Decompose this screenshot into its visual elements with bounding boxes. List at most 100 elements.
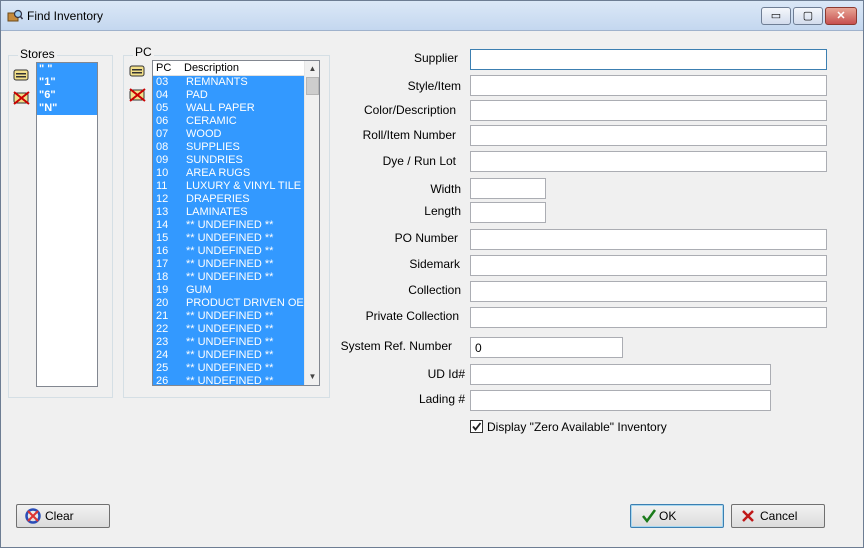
- system-ref-number-label: System Ref. Number: [340, 339, 452, 353]
- pc-row[interactable]: 13 LAMINATES: [153, 206, 304, 219]
- close-button[interactable]: ✕: [825, 7, 857, 25]
- pc-code: 22: [156, 323, 169, 335]
- dye-run-lot-field[interactable]: [470, 151, 827, 172]
- pc-column-header[interactable]: PC: [153, 61, 184, 75]
- length-field[interactable]: [470, 202, 546, 223]
- pc-scrollbar[interactable]: ▲ ▼: [304, 61, 319, 385]
- pc-code: 19: [156, 284, 169, 296]
- style-item-label: Style/Item: [407, 79, 461, 93]
- sidemark-field[interactable]: [470, 255, 827, 276]
- deselect-icon[interactable]: [129, 87, 147, 103]
- pc-description: CERAMIC: [186, 115, 237, 127]
- pc-row[interactable]: 23 ** UNDEFINED **: [153, 336, 304, 349]
- pc-group-label: PC: [133, 45, 154, 59]
- private-collection-field[interactable]: [470, 307, 827, 328]
- pc-row[interactable]: 09 SUNDRIES: [153, 154, 304, 167]
- pc-row[interactable]: 15 ** UNDEFINED **: [153, 232, 304, 245]
- pc-row[interactable]: 18 ** UNDEFINED **: [153, 271, 304, 284]
- pc-row[interactable]: 21 ** UNDEFINED **: [153, 310, 304, 323]
- scroll-down-icon[interactable]: ▼: [305, 369, 319, 384]
- collection-field[interactable]: [470, 281, 827, 302]
- pc-list-header: PC Description: [153, 61, 319, 76]
- pc-description: ** UNDEFINED **: [186, 323, 274, 335]
- pc-row[interactable]: 10 AREA RUGS: [153, 167, 304, 180]
- pc-row[interactable]: 24 ** UNDEFINED **: [153, 349, 304, 362]
- pc-description: ** UNDEFINED **: [186, 245, 274, 257]
- store-item[interactable]: " ": [37, 63, 97, 76]
- pc-row[interactable]: 04 PAD: [153, 89, 304, 102]
- pc-description: ** UNDEFINED **: [186, 219, 274, 231]
- pc-description: ** UNDEFINED **: [186, 232, 274, 244]
- pc-code: 25: [156, 362, 169, 374]
- checkmark-icon: [472, 422, 482, 431]
- pc-description: LAMINATES: [186, 206, 248, 218]
- ok-button-label: OK: [659, 509, 677, 523]
- description-column-header[interactable]: Description: [184, 61, 239, 75]
- roll-item-number-field[interactable]: [470, 125, 827, 146]
- pc-description: LUXURY & VINYL TILE: [186, 180, 302, 192]
- pc-row[interactable]: 07 WOOD: [153, 128, 304, 141]
- pc-description: SUNDRIES: [186, 154, 243, 166]
- deselect-icon[interactable]: [13, 90, 31, 106]
- pc-row[interactable]: 03 REMNANTS: [153, 76, 304, 89]
- dye-run-lot-label: Dye / Run Lot: [382, 154, 456, 168]
- color-description-label: Color/Description: [363, 103, 456, 117]
- po-number-label: PO Number: [394, 231, 458, 245]
- ud-id-field[interactable]: [470, 364, 771, 385]
- pc-row[interactable]: 22 ** UNDEFINED **: [153, 323, 304, 336]
- pc-code: 04: [156, 89, 169, 101]
- pc-code: 11: [156, 180, 168, 192]
- pc-row[interactable]: 14 ** UNDEFINED **: [153, 219, 304, 232]
- ok-button[interactable]: OK: [630, 504, 724, 528]
- pc-row[interactable]: 16 ** UNDEFINED **: [153, 245, 304, 258]
- store-item[interactable]: "N": [37, 102, 97, 115]
- pc-description: ** UNDEFINED **: [186, 375, 274, 386]
- minimize-button[interactable]: ▭: [761, 7, 791, 25]
- pc-listbox[interactable]: PC Description 03 REMNANTS 04 PAD 05 WALL PAP…: [152, 60, 320, 386]
- pc-row[interactable]: 20 PRODUCT DRIVEN OE: [153, 297, 304, 310]
- pc-row[interactable]: 08 SUPPLIES: [153, 141, 304, 154]
- pc-code: 15: [156, 232, 169, 244]
- select-all-icon[interactable]: [13, 67, 31, 83]
- zero-available-label[interactable]: Display "Zero Available" Inventory: [487, 420, 667, 434]
- system-ref-number-field[interactable]: [470, 337, 623, 358]
- scroll-up-icon[interactable]: ▲: [305, 61, 319, 76]
- stores-listbox[interactable]: " " "1" "6" "N": [36, 62, 98, 387]
- pc-row[interactable]: 26 ** UNDEFINED **: [153, 375, 304, 386]
- pc-row[interactable]: 25 ** UNDEFINED **: [153, 362, 304, 375]
- pc-row[interactable]: 19 GUM: [153, 284, 304, 297]
- lading-field[interactable]: [470, 390, 771, 411]
- pc-code: 09: [156, 154, 169, 166]
- supplier-label: Supplier: [413, 51, 458, 65]
- pc-code: 17: [156, 258, 169, 270]
- pc-code: 20: [156, 297, 169, 309]
- select-all-icon[interactable]: [129, 63, 147, 79]
- pc-row[interactable]: 11 LUXURY & VINYL TILE: [153, 180, 304, 193]
- width-label: Width: [430, 182, 461, 196]
- pc-code: 21: [156, 310, 169, 322]
- maximize-button[interactable]: ▢: [793, 7, 823, 25]
- clear-button[interactable]: Clear: [16, 504, 110, 528]
- color-description-field[interactable]: [470, 100, 827, 121]
- cancel-button[interactable]: Cancel: [731, 504, 825, 528]
- store-item[interactable]: "6": [37, 89, 97, 102]
- find-inventory-window: Find Inventory ▭ ▢ ✕ Stores " " "1" "6" …: [0, 0, 864, 548]
- style-item-field[interactable]: [470, 75, 827, 96]
- store-item[interactable]: "1": [37, 76, 97, 89]
- zero-available-checkbox[interactable]: [470, 420, 483, 433]
- pc-code: 24: [156, 349, 169, 361]
- pc-row[interactable]: 05 WALL PAPER: [153, 102, 304, 115]
- supplier-field[interactable]: [470, 49, 827, 70]
- pc-code: 05: [156, 102, 169, 114]
- stores-group-label: Stores: [18, 47, 57, 61]
- width-field[interactable]: [470, 178, 546, 199]
- roll-item-number-label: Roll/Item Number: [362, 128, 456, 142]
- pc-description: GUM: [186, 284, 212, 296]
- pc-row[interactable]: 17 ** UNDEFINED **: [153, 258, 304, 271]
- pc-description: DRAPERIES: [186, 193, 250, 205]
- pc-row[interactable]: 06 CERAMIC: [153, 115, 304, 128]
- pc-row[interactable]: 12 DRAPERIES: [153, 193, 304, 206]
- title-bar: Find Inventory ▭ ▢ ✕: [1, 1, 863, 31]
- scroll-thumb[interactable]: [306, 77, 319, 95]
- po-number-field[interactable]: [470, 229, 827, 250]
